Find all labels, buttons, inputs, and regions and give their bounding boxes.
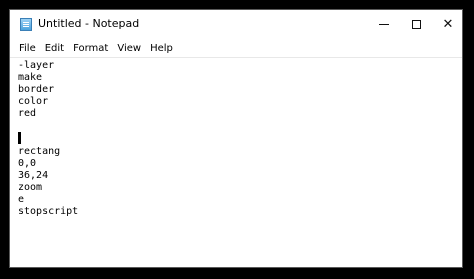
title-bar[interactable]: Untitled - Notepad ✕	[10, 10, 462, 39]
text-line: 36,24	[18, 170, 49, 181]
menu-format[interactable]: Format	[73, 43, 108, 54]
text-editor[interactable]: -layer make border color red rectang 0,0…	[10, 58, 462, 267]
text-line: make	[18, 72, 43, 83]
menu-edit[interactable]: Edit	[45, 43, 64, 54]
minimize-button[interactable]	[368, 10, 400, 39]
text-line: color	[18, 96, 49, 107]
text-caret	[18, 132, 21, 144]
maximize-icon	[411, 20, 421, 29]
text-line: zoom	[18, 182, 43, 193]
minimize-icon	[379, 24, 389, 25]
text-line: red	[18, 108, 37, 119]
close-button[interactable]: ✕	[432, 10, 464, 39]
notepad-window: Untitled - Notepad ✕ File Edit Format Vi…	[9, 9, 463, 268]
menu-help[interactable]: Help	[150, 43, 173, 54]
notepad-icon	[20, 18, 32, 31]
close-icon: ✕	[442, 17, 454, 32]
menu-bar: File Edit Format View Help	[10, 39, 462, 58]
text-line: -layer	[18, 60, 55, 71]
maximize-button[interactable]	[400, 10, 432, 39]
text-line: rectang	[18, 146, 61, 157]
text-line: stopscript	[18, 206, 79, 217]
text-line: e	[18, 194, 25, 205]
text-line: border	[18, 84, 55, 95]
window-title: Untitled - Notepad	[38, 17, 140, 30]
menu-view[interactable]: View	[117, 43, 141, 54]
menu-file[interactable]: File	[19, 43, 36, 54]
text-line: 0,0	[18, 158, 37, 169]
